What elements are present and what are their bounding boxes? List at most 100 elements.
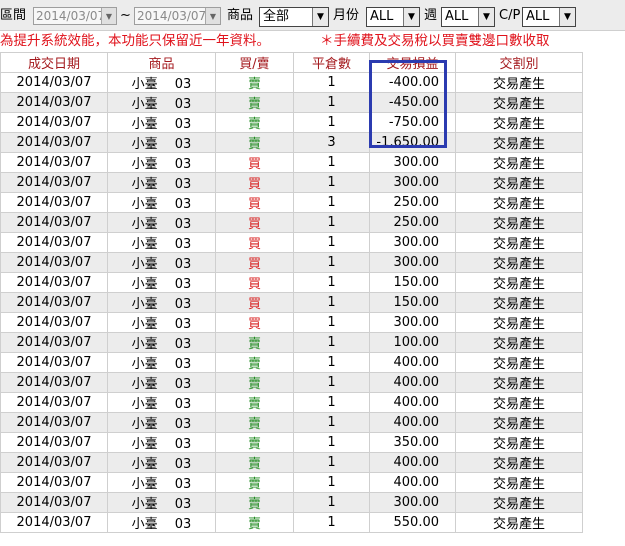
filter-bar: 區間 2014/03/07 ▼ ~ 2014/03/07 ▼ 商品 全部 ▼ 月… bbox=[0, 0, 625, 31]
date-separator: ~ bbox=[120, 8, 131, 23]
date-from-value: 2014/03/07 bbox=[36, 9, 106, 23]
cell-side: 買 bbox=[215, 272, 294, 293]
table-row[interactable]: 2014/03/07 小臺 03 買 1 250.00 交易產生 bbox=[0, 192, 583, 213]
cell-date: 2014/03/07 bbox=[0, 472, 108, 493]
table-row[interactable]: 2014/03/07 小臺 03 賣 1 -750.00 交易產生 bbox=[0, 112, 583, 133]
cell-settle-type: 交易產生 bbox=[455, 172, 583, 193]
cell-qty: 1 bbox=[293, 412, 370, 433]
cell-qty: 1 bbox=[293, 92, 370, 113]
cell-product: 小臺 03 bbox=[107, 152, 216, 173]
col-header-qty[interactable]: 平倉數 bbox=[293, 52, 370, 73]
cell-pnl: 300.00 bbox=[369, 492, 456, 513]
table-row[interactable]: 2014/03/07 小臺 03 賣 1 400.00 交易產生 bbox=[0, 352, 583, 373]
cell-qty: 1 bbox=[293, 212, 370, 233]
col-header-pnl[interactable]: 交易損益 bbox=[369, 52, 456, 73]
cell-product: 小臺 03 bbox=[107, 92, 216, 113]
cell-product: 小臺 03 bbox=[107, 72, 216, 93]
cell-side: 賣 bbox=[215, 92, 294, 113]
cell-qty: 1 bbox=[293, 312, 370, 333]
table-row[interactable]: 2014/03/07 小臺 03 賣 1 400.00 交易產生 bbox=[0, 392, 583, 413]
chevron-down-icon[interactable]: ▼ bbox=[101, 8, 116, 24]
cell-date: 2014/03/07 bbox=[0, 412, 108, 433]
week-select[interactable]: ALL ▼ bbox=[441, 7, 495, 27]
cell-settle-type: 交易產生 bbox=[455, 452, 583, 473]
col-header-settle-type[interactable]: 交割別 bbox=[455, 52, 583, 73]
table-row[interactable]: 2014/03/07 小臺 03 賣 1 -450.00 交易產生 bbox=[0, 92, 583, 113]
cell-qty: 1 bbox=[293, 252, 370, 273]
table-row[interactable]: 2014/03/07 小臺 03 賣 1 550.00 交易產生 bbox=[0, 512, 583, 533]
cell-pnl: 150.00 bbox=[369, 292, 456, 313]
cell-pnl: -1,650.00 bbox=[369, 132, 456, 153]
chevron-down-icon[interactable]: ▼ bbox=[559, 8, 575, 26]
cell-settle-type: 交易產生 bbox=[455, 412, 583, 433]
cell-settle-type: 交易產生 bbox=[455, 292, 583, 313]
cell-pnl: 400.00 bbox=[369, 452, 456, 473]
cell-date: 2014/03/07 bbox=[0, 312, 108, 333]
table-row[interactable]: 2014/03/07 小臺 03 買 1 300.00 交易產生 bbox=[0, 312, 583, 333]
chevron-down-icon[interactable]: ▼ bbox=[205, 8, 220, 24]
chevron-down-icon[interactable]: ▼ bbox=[403, 8, 419, 26]
col-header-product[interactable]: 商品 bbox=[107, 52, 216, 73]
cell-settle-type: 交易產生 bbox=[455, 92, 583, 113]
cell-settle-type: 交易產生 bbox=[455, 252, 583, 273]
cell-product: 小臺 03 bbox=[107, 392, 216, 413]
cell-side: 賣 bbox=[215, 332, 294, 353]
table-row[interactable]: 2014/03/07 小臺 03 買 1 150.00 交易產生 bbox=[0, 272, 583, 293]
product-select[interactable]: 全部 ▼ bbox=[259, 7, 329, 27]
cell-product: 小臺 03 bbox=[107, 132, 216, 153]
table-row[interactable]: 2014/03/07 小臺 03 買 1 150.00 交易產生 bbox=[0, 292, 583, 313]
cell-settle-type: 交易產生 bbox=[455, 72, 583, 93]
cp-label: C/P bbox=[499, 8, 521, 23]
chevron-down-icon[interactable]: ▼ bbox=[312, 8, 328, 26]
cell-qty: 1 bbox=[293, 272, 370, 293]
table-row[interactable]: 2014/03/07 小臺 03 賣 1 300.00 交易產生 bbox=[0, 492, 583, 513]
table-row[interactable]: 2014/03/07 小臺 03 賣 1 -400.00 交易產生 bbox=[0, 72, 583, 93]
table-row[interactable]: 2014/03/07 小臺 03 買 1 300.00 交易產生 bbox=[0, 252, 583, 273]
cell-settle-type: 交易產生 bbox=[455, 432, 583, 453]
col-header-side[interactable]: 買/賣 bbox=[215, 52, 294, 73]
cell-settle-type: 交易產生 bbox=[455, 272, 583, 293]
cell-date: 2014/03/07 bbox=[0, 292, 108, 313]
cp-select[interactable]: ALL ▼ bbox=[522, 7, 576, 27]
cell-product: 小臺 03 bbox=[107, 172, 216, 193]
cell-side: 買 bbox=[215, 292, 294, 313]
table-row[interactable]: 2014/03/07 小臺 03 賣 1 350.00 交易產生 bbox=[0, 432, 583, 453]
cell-side: 賣 bbox=[215, 112, 294, 133]
table-row[interactable]: 2014/03/07 小臺 03 買 1 300.00 交易產生 bbox=[0, 152, 583, 173]
date-from-picker[interactable]: 2014/03/07 ▼ bbox=[33, 7, 117, 25]
cell-side: 賣 bbox=[215, 392, 294, 413]
col-header-date[interactable]: 成交日期 bbox=[0, 52, 108, 73]
cell-pnl: 300.00 bbox=[369, 312, 456, 333]
notice-line: 為提升系統效能，本功能只保留近一年資料。 ＊手續費及交易稅以買賣雙邊口數收取 bbox=[0, 31, 625, 51]
cell-settle-type: 交易產生 bbox=[455, 392, 583, 413]
chevron-down-icon[interactable]: ▼ bbox=[478, 8, 494, 26]
cell-settle-type: 交易產生 bbox=[455, 492, 583, 513]
cell-pnl: 250.00 bbox=[369, 192, 456, 213]
date-to-picker[interactable]: 2014/03/07 ▼ bbox=[134, 7, 221, 25]
cell-side: 賣 bbox=[215, 472, 294, 493]
table-row[interactable]: 2014/03/07 小臺 03 賣 1 400.00 交易產生 bbox=[0, 372, 583, 393]
table-row[interactable]: 2014/03/07 小臺 03 賣 1 100.00 交易產生 bbox=[0, 332, 583, 353]
table-row[interactable]: 2014/03/07 小臺 03 賣 3 -1,650.00 交易產生 bbox=[0, 132, 583, 153]
cell-date: 2014/03/07 bbox=[0, 72, 108, 93]
table-row[interactable]: 2014/03/07 小臺 03 買 1 300.00 交易產生 bbox=[0, 172, 583, 193]
cell-pnl: 300.00 bbox=[369, 172, 456, 193]
table-row[interactable]: 2014/03/07 小臺 03 買 1 300.00 交易產生 bbox=[0, 232, 583, 253]
cell-product: 小臺 03 bbox=[107, 212, 216, 233]
cell-date: 2014/03/07 bbox=[0, 452, 108, 473]
table-row[interactable]: 2014/03/07 小臺 03 賣 1 400.00 交易產生 bbox=[0, 452, 583, 473]
table-body: 2014/03/07 小臺 03 賣 1 -400.00 交易產生 2014/03/07 小臺… bbox=[0, 72, 583, 533]
table-row[interactable]: 2014/03/07 小臺 03 賣 1 400.00 交易產生 bbox=[0, 412, 583, 433]
cell-qty: 1 bbox=[293, 232, 370, 253]
cell-qty: 1 bbox=[293, 432, 370, 453]
cell-product: 小臺 03 bbox=[107, 472, 216, 493]
table-row[interactable]: 2014/03/07 小臺 03 買 1 250.00 交易產生 bbox=[0, 212, 583, 233]
cell-product: 小臺 03 bbox=[107, 432, 216, 453]
cell-product: 小臺 03 bbox=[107, 292, 216, 313]
cell-product: 小臺 03 bbox=[107, 312, 216, 333]
month-select[interactable]: ALL ▼ bbox=[366, 7, 420, 27]
cell-date: 2014/03/07 bbox=[0, 392, 108, 413]
cell-product: 小臺 03 bbox=[107, 232, 216, 253]
month-label: 月份 bbox=[333, 8, 360, 23]
table-row[interactable]: 2014/03/07 小臺 03 賣 1 400.00 交易產生 bbox=[0, 472, 583, 493]
